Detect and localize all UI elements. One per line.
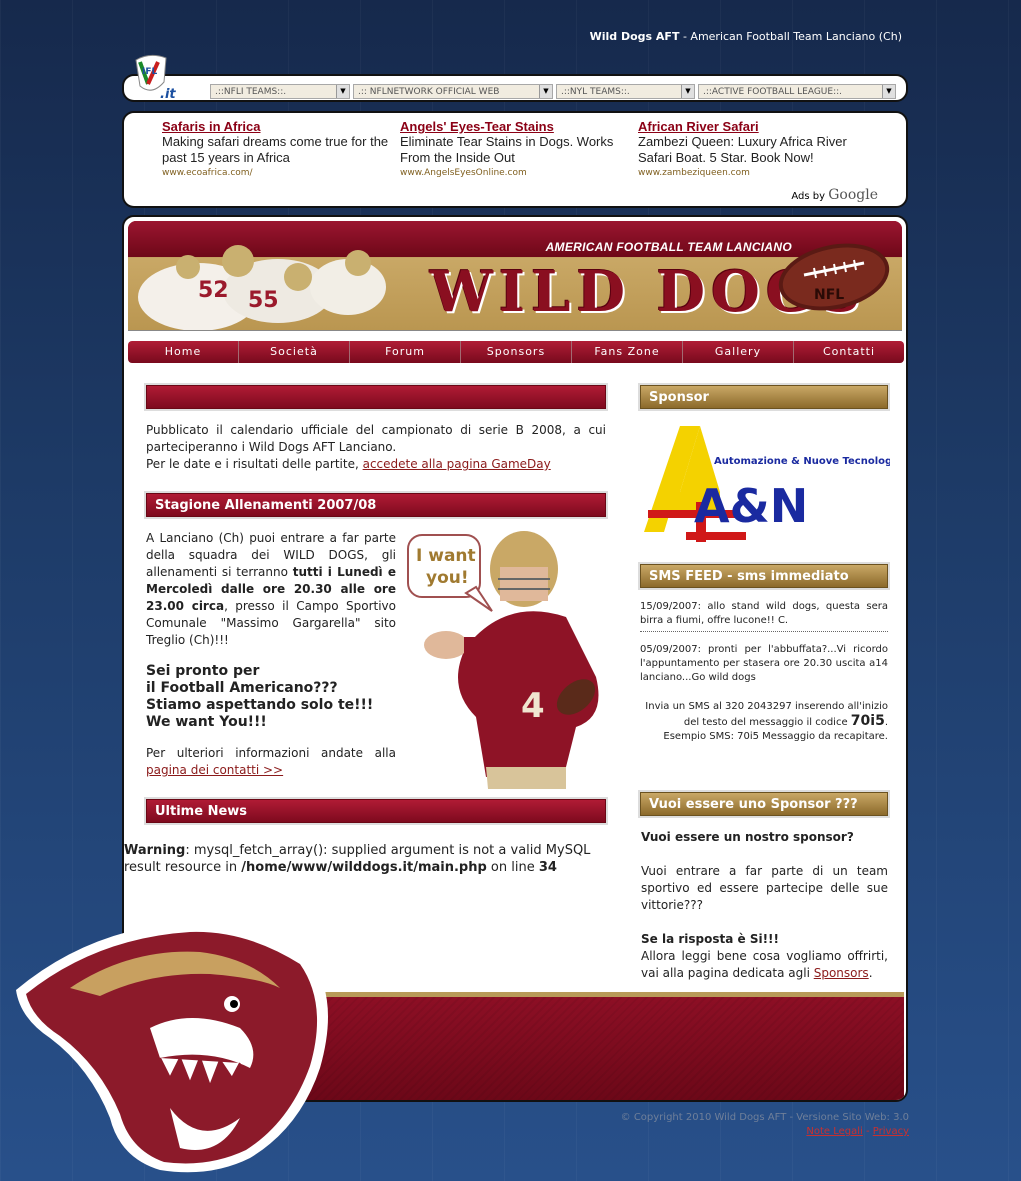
ifl-logo[interactable]: IFL .it xyxy=(130,52,182,102)
sponsors-link[interactable]: Sponsors xyxy=(814,966,869,980)
legal-notes-link[interactable]: Note Legali xyxy=(806,1126,862,1137)
svg-text:you!: you! xyxy=(426,568,469,588)
sms-item: 15/09/2007: allo stand wild dogs, questa… xyxy=(640,600,888,632)
wild-dog-mascot-image xyxy=(16,921,328,1173)
site-brand: Wild Dogs AFT xyxy=(589,30,680,43)
news-announcement: Pubblicato il calendario ufficiale del c… xyxy=(146,423,606,471)
svg-text:.it: .it xyxy=(160,87,176,102)
ad-desc: Zambezi Queen: Luxury Africa River Safar… xyxy=(638,134,847,165)
league-navbar: .::NFLI TEAMS::. ▼ .:: NFLNETWORK OFFICIA… xyxy=(122,74,908,102)
sms-item: 05/09/2007: pronti per l'abbuffata?...Vi… xyxy=(640,644,888,683)
i-want-you-player-image: I want you! 4 xyxy=(407,531,599,789)
chevron-down-icon: ▼ xyxy=(681,85,694,98)
latest-news-heading: Ultime News xyxy=(146,799,606,823)
ad-url[interactable]: www.zambeziqueen.com xyxy=(638,168,868,178)
svg-text:NFL: NFL xyxy=(814,287,844,303)
svg-text:Automazione & Nuove Tecnologie: Automazione & Nuove Tecnologie srl xyxy=(714,456,890,467)
svg-text:IFL: IFL xyxy=(142,67,157,77)
php-warning: Warning: mysql_fetch_array(): supplied a… xyxy=(124,843,591,875)
training-slogan: Sei pronto per il Football Americano??? … xyxy=(146,663,374,730)
menu-societa[interactable]: Società xyxy=(239,341,350,363)
svg-text:55: 55 xyxy=(248,288,279,313)
ad-item[interactable]: Angels' Eyes-Tear Stains Eliminate Tear … xyxy=(400,119,630,178)
ad-item[interactable]: African River Safari Zambezi Queen: Luxu… xyxy=(638,119,868,178)
ads-by-google[interactable]: Ads by Google xyxy=(791,187,878,203)
svg-text:A&N: A&N xyxy=(694,479,808,533)
ad-desc: Eliminate Tear Stains in Dogs. Works Fro… xyxy=(400,134,614,165)
menu-fans-zone[interactable]: Fans Zone xyxy=(572,341,683,363)
svg-text:I want: I want xyxy=(416,546,476,566)
gameday-link[interactable]: accedete alla pagina GameDay xyxy=(363,457,551,471)
chevron-down-icon: ▼ xyxy=(882,85,895,98)
menu-gallery[interactable]: Gallery xyxy=(683,341,794,363)
ad-desc: Making safari dreams come true for the p… xyxy=(162,134,389,165)
news-heading-bar xyxy=(146,385,606,409)
ad-url[interactable]: www.ecoafrica.com/ xyxy=(162,168,392,178)
training-heading: Stagione Allenamenti 2007/08 xyxy=(146,493,606,517)
google-ads-box: Safaris in Africa Making safari dreams c… xyxy=(122,111,908,208)
main-menu: Home Società Forum Sponsors Fans Zone Ga… xyxy=(128,341,904,363)
site-tagline: - American Football Team Lanciano (Ch) xyxy=(679,30,902,43)
copyright-text: © Copyright 2010 Wild Dogs AFT - Version… xyxy=(620,1112,909,1123)
site-caption: Wild Dogs AFT - American Football Team L… xyxy=(560,30,902,43)
privacy-link[interactable]: Privacy xyxy=(873,1126,909,1137)
ad-title[interactable]: African River Safari xyxy=(638,119,868,134)
site-banner[interactable]: 52 55 AMERICAN FOOTBALL TEAM LANCIANO WI… xyxy=(128,221,902,335)
contacts-page-link[interactable]: pagina dei contatti >> xyxy=(146,763,283,777)
svg-text:52: 52 xyxy=(198,278,229,303)
training-text: A Lanciano (Ch) puoi entrare a far parte… xyxy=(146,531,396,647)
menu-home[interactable]: Home xyxy=(128,341,239,363)
sms-instructions: Invia un SMS al 320 2043297 inserendo al… xyxy=(645,701,888,742)
nfli-teams-select[interactable]: .::NFLI TEAMS::. ▼ xyxy=(210,84,350,99)
footer-links: Note Legali - Privacy xyxy=(806,1126,909,1137)
menu-contatti[interactable]: Contatti xyxy=(794,341,904,363)
sms-feed-heading: SMS FEED - sms immediato xyxy=(640,564,888,588)
ad-url[interactable]: www.AngelsEyesOnline.com xyxy=(400,168,630,178)
menu-sponsors[interactable]: Sponsors xyxy=(461,341,572,363)
football-icon: NFL xyxy=(778,243,890,311)
banner-subtitle: AMERICAN FOOTBALL TEAM LANCIANO xyxy=(545,240,792,254)
sms-code: 70i5 xyxy=(850,713,885,729)
chevron-down-icon: ▼ xyxy=(336,85,349,98)
nflnetwork-select[interactable]: .:: NFLNETWORK OFFICIAL WEB ▼ xyxy=(353,84,553,99)
become-sponsor-heading: Vuoi essere uno Sponsor ??? xyxy=(640,792,888,816)
an-sponsor-logo[interactable]: A&N Automazione & Nuove Tecnologie srl xyxy=(640,422,890,546)
menu-forum[interactable]: Forum xyxy=(350,341,461,363)
active-football-league-select[interactable]: .::ACTIVE FOOTBALL LEAGUE::. ▼ xyxy=(698,84,896,99)
contact-info: Per ulteriori informazioni andate alla p… xyxy=(146,746,396,777)
ad-title[interactable]: Angels' Eyes-Tear Stains xyxy=(400,119,630,134)
ad-title[interactable]: Safaris in Africa xyxy=(162,119,392,134)
ad-item[interactable]: Safaris in Africa Making safari dreams c… xyxy=(162,119,392,178)
players-image: 52 55 xyxy=(138,245,386,331)
sponsor-heading: Sponsor xyxy=(640,385,888,409)
nyl-teams-select[interactable]: .::NYL TEAMS::. ▼ xyxy=(556,84,695,99)
chevron-down-icon: ▼ xyxy=(539,85,552,98)
become-sponsor-text: Vuoi essere un nostro sponsor? Vuoi entr… xyxy=(641,830,888,980)
svg-text:4: 4 xyxy=(521,686,545,726)
